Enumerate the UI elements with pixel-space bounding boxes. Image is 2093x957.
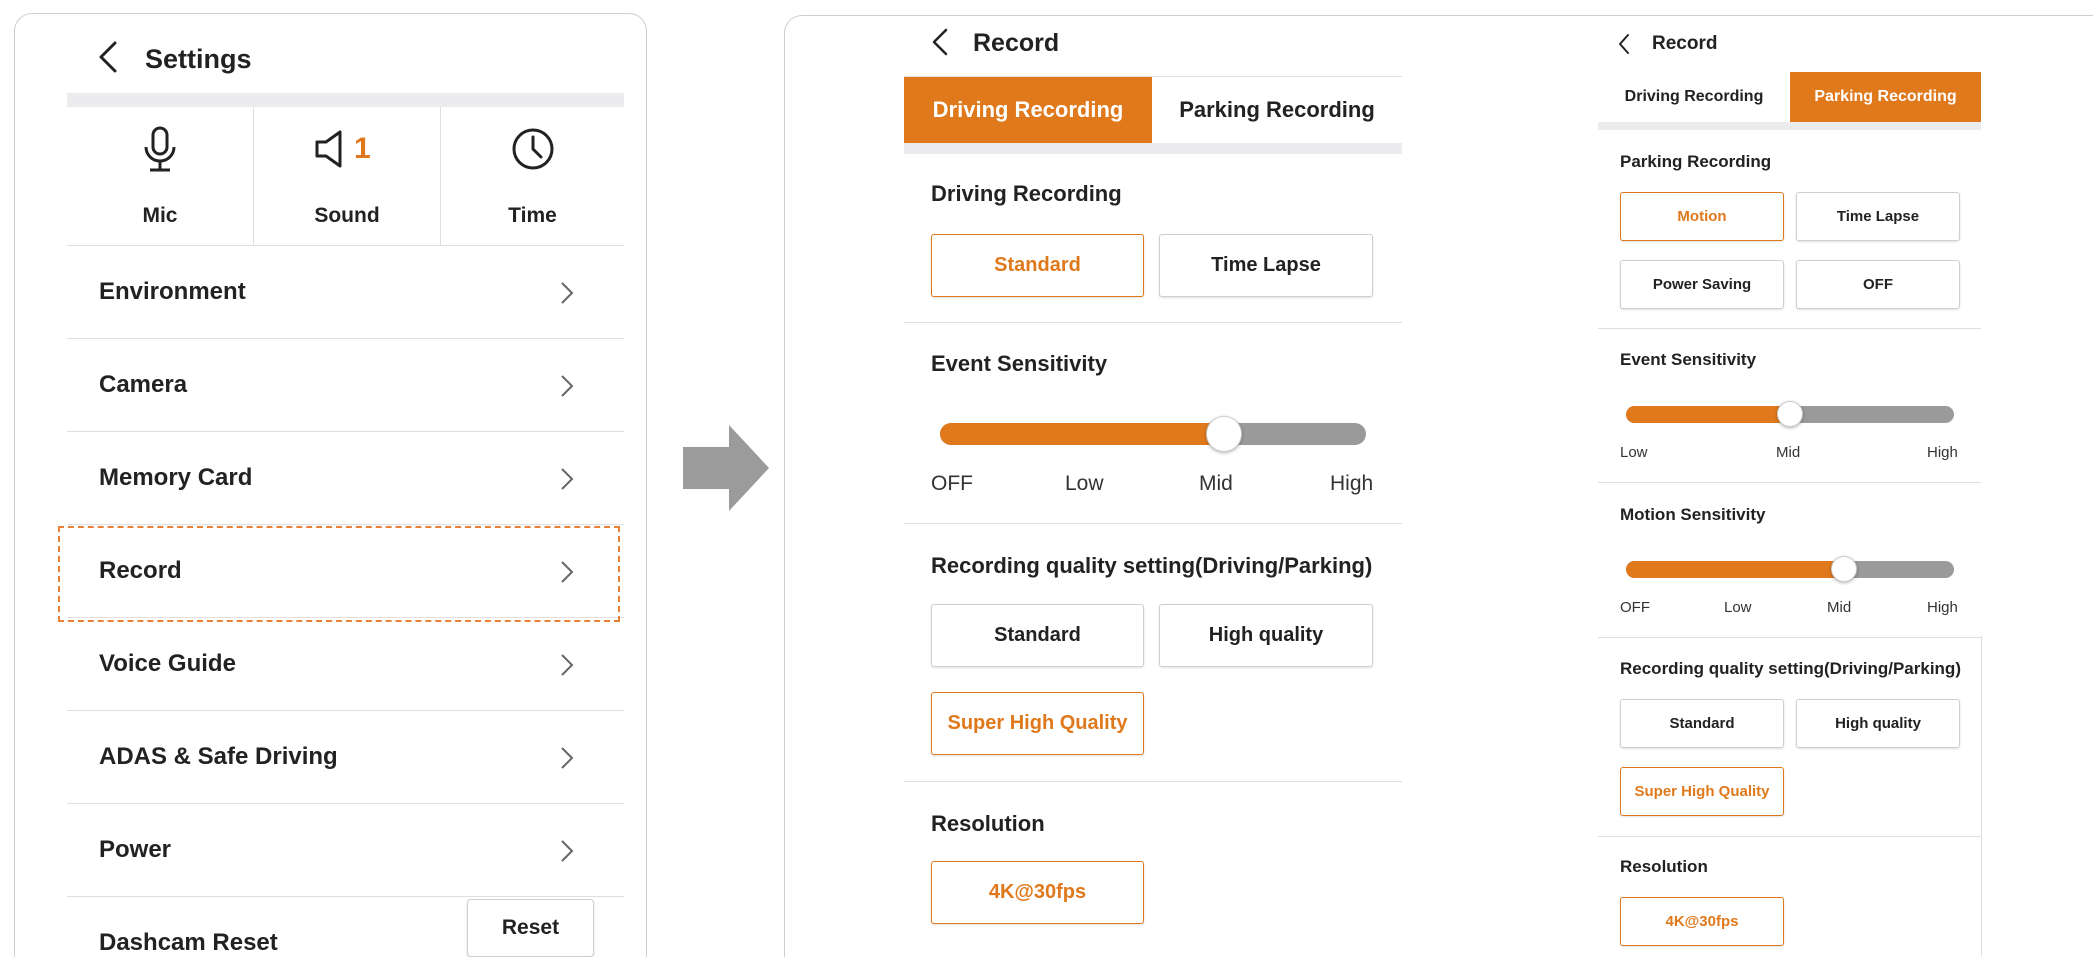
option-super-high-quality[interactable]: Super High Quality xyxy=(931,692,1144,755)
option-power-saving[interactable]: Power Saving xyxy=(1620,260,1784,309)
divider xyxy=(904,781,1402,782)
tick-label: OFF xyxy=(1620,599,1650,616)
tick-label: High xyxy=(1927,444,1958,461)
slider-knob[interactable] xyxy=(1831,556,1857,582)
tab-driving-recording[interactable]: Driving Recording xyxy=(904,77,1152,143)
chevron-right-icon xyxy=(560,281,574,310)
tick-label: OFF xyxy=(931,472,973,495)
back-chevron-icon[interactable] xyxy=(931,27,949,57)
mic-icon xyxy=(141,125,179,180)
slider-knob[interactable] xyxy=(1206,416,1242,452)
divider xyxy=(904,322,1402,323)
reset-button[interactable]: Reset xyxy=(467,899,594,957)
section-title: Driving Recording xyxy=(931,181,1122,206)
divider-band xyxy=(904,143,1402,154)
divider xyxy=(1598,836,1981,837)
right-arrow-icon xyxy=(683,425,769,516)
option-time-lapse[interactable]: Time Lapse xyxy=(1159,234,1373,297)
slider-fill xyxy=(1626,561,1844,578)
back-chevron-icon[interactable] xyxy=(1617,33,1631,55)
divider xyxy=(1981,636,1982,957)
divider xyxy=(1598,637,1981,638)
section-title: Motion Sensitivity xyxy=(1620,505,1766,524)
divider xyxy=(1598,482,1981,483)
chevron-right-icon xyxy=(560,839,574,868)
divider-band xyxy=(67,93,624,107)
section-title: Recording quality setting(Driving/Parkin… xyxy=(1620,659,1961,678)
page-title: Settings xyxy=(145,44,252,74)
option-standard[interactable]: Standard xyxy=(931,234,1144,297)
option-motion[interactable]: Motion xyxy=(1620,192,1784,241)
quick-mic-button[interactable]: Mic xyxy=(67,107,253,245)
tick-label: High xyxy=(1927,599,1958,616)
menu-item-voice-guide[interactable]: Voice Guide xyxy=(67,618,624,710)
option-super-high-quality[interactable]: Super High Quality xyxy=(1620,767,1784,816)
menu-item-adas[interactable]: ADAS & Safe Driving xyxy=(67,711,624,803)
chevron-right-icon xyxy=(560,374,574,403)
tab-driving-recording[interactable]: Driving Recording xyxy=(1598,72,1790,122)
tick-label: Low xyxy=(1620,444,1648,461)
menu-item-camera[interactable]: Camera xyxy=(67,339,624,431)
slider-fill xyxy=(1626,406,1790,423)
speaker-icon xyxy=(314,129,350,174)
back-chevron-icon[interactable] xyxy=(97,40,119,74)
tab-parking-recording[interactable]: Parking Recording xyxy=(1152,77,1402,143)
resolution-option[interactable]: 4K@30fps xyxy=(1620,897,1784,946)
chevron-right-icon xyxy=(560,653,574,682)
option-time-lapse[interactable]: Time Lapse xyxy=(1796,192,1960,241)
tick-label: Low xyxy=(1724,599,1752,616)
motion-sensitivity-slider[interactable] xyxy=(1626,561,1954,578)
menu-item-power[interactable]: Power xyxy=(67,804,624,896)
record-screens: Record Driving Recording Parking Recordi… xyxy=(784,15,2093,957)
section-title: Event Sensitivity xyxy=(931,351,1108,376)
page-title: Record xyxy=(1652,33,1718,54)
option-standard[interactable]: Standard xyxy=(1620,699,1784,748)
option-off[interactable]: OFF xyxy=(1796,260,1960,309)
option-high-quality[interactable]: High quality xyxy=(1796,699,1960,748)
menu-item-environment[interactable]: Environment xyxy=(67,246,624,338)
divider xyxy=(1598,328,1981,329)
chevron-right-icon xyxy=(560,467,574,496)
section-title: Resolution xyxy=(1620,857,1708,876)
page-title: Record xyxy=(973,29,1060,57)
section-title: Parking Recording xyxy=(1620,152,1772,171)
divider xyxy=(904,523,1402,524)
option-high-quality[interactable]: High quality xyxy=(1159,604,1373,667)
tick-label: Mid xyxy=(1827,599,1852,616)
clock-icon xyxy=(511,127,555,176)
section-title: Resolution xyxy=(931,811,1045,836)
quick-time-button[interactable]: Time xyxy=(441,107,624,245)
slider-knob[interactable] xyxy=(1777,401,1803,427)
tick-label: Mid xyxy=(1776,444,1801,461)
menu-item-memory-card[interactable]: Memory Card xyxy=(67,432,624,524)
tick-label: High xyxy=(1330,472,1374,495)
quick-sound-button[interactable]: 1 Sound xyxy=(254,107,440,245)
option-standard[interactable]: Standard xyxy=(931,604,1144,667)
sound-level-badge: 1 xyxy=(354,132,371,165)
event-sensitivity-slider[interactable] xyxy=(940,423,1366,445)
tick-label: Low xyxy=(1065,472,1104,495)
record-highlight-box xyxy=(58,526,620,622)
resolution-option[interactable]: 4K@30fps xyxy=(931,861,1144,924)
section-title: Recording quality setting(Driving/Parkin… xyxy=(931,553,1373,578)
slider-fill xyxy=(940,423,1224,445)
divider-band xyxy=(1598,122,1981,130)
section-title: Event Sensitivity xyxy=(1620,350,1757,369)
tick-label: Mid xyxy=(1199,472,1233,495)
chevron-right-icon xyxy=(560,746,574,775)
tab-parking-recording[interactable]: Parking Recording xyxy=(1790,72,1981,122)
settings-screen: Settings Mic 1 Sound Time Environment Ca… xyxy=(14,13,647,957)
